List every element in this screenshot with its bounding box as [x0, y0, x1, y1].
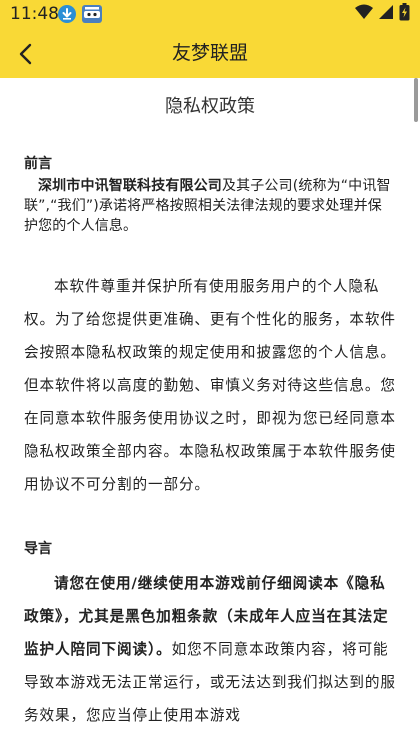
scrollbar[interactable] — [414, 78, 418, 122]
company-name: 深圳市中讯智联科技有限公司 — [38, 178, 222, 194]
status-bar: 11:48 — [0, 0, 420, 28]
policy-content[interactable]: 隐私权政策 前言 深圳市中讯智联科技有限公司及其子公司(统称为“中讯智联”,“我… — [0, 78, 420, 747]
signal-icon — [378, 4, 394, 24]
app-bar: 友梦联盟 — [0, 28, 420, 78]
intro-paragraph: 本软件尊重并保护所有使用服务用户的个人隐私权。为了给您提供更准确、更有个性化的服… — [24, 270, 396, 501]
page-title: 隐私权政策 — [165, 96, 255, 117]
guide-heading: 导言 — [24, 541, 52, 557]
status-time: 11:48 — [10, 4, 59, 24]
preface-text: 深圳市中讯智联科技有限公司及其子公司(统称为“中讯智联”,“我们”)承诺将严格按… — [24, 176, 396, 236]
battery-charging-icon — [399, 3, 410, 25]
wifi-icon — [355, 4, 373, 24]
policy-document: 前言 深圳市中讯智联科技有限公司及其子公司(统称为“中讯智联”,“我们”)承诺将… — [24, 154, 396, 732]
back-button[interactable] — [10, 38, 42, 70]
preface-heading: 前言 — [24, 156, 52, 172]
download-notification-icon — [58, 5, 76, 23]
app-notification-icon — [82, 5, 102, 23]
back-arrow-icon — [19, 43, 32, 65]
status-indicators — [355, 3, 410, 25]
guide-paragraph: 请您在使用/继续使用本游戏前仔细阅读本《隐私政策》，尤其是黑色加粗条款（未成年人… — [24, 567, 396, 732]
app-bar-title: 友梦联盟 — [171, 42, 248, 64]
intro-paragraph-text: 本软件尊重并保护所有使用服务用户的个人隐私权。为了给您提供更准确、更有个性化的服… — [24, 278, 396, 493]
